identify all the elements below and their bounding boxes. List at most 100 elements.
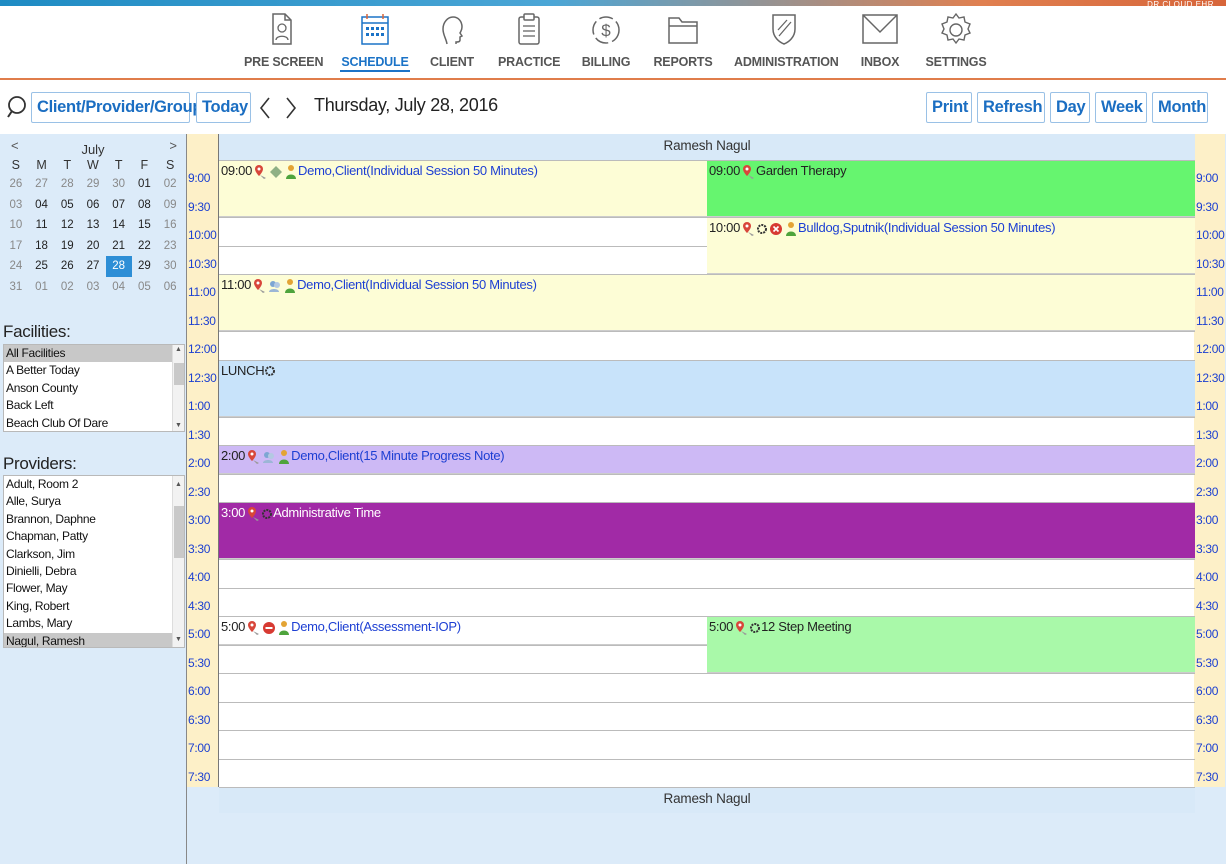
calendar-day[interactable]: 07 [106, 195, 132, 216]
calendar-day[interactable]: 17 [3, 236, 29, 257]
appointment-block[interactable]: 10:00 Bulldog,Sputnik(Individual Session … [707, 218, 1195, 274]
calendar-day[interactable]: 10 [3, 215, 29, 236]
appointment-block[interactable]: 09:00 Garden Therapy [707, 161, 1195, 217]
provider-item[interactable]: Flower, May [4, 580, 184, 597]
facility-item[interactable]: All Facilities [4, 345, 184, 363]
calendar-day[interactable]: 12 [54, 215, 80, 236]
scroll-down-icon[interactable]: ▼ [175, 422, 182, 429]
calendar-day[interactable]: 30 [157, 256, 183, 277]
calendar-day[interactable]: 15 [132, 215, 158, 236]
nav-label: PRACTICE [498, 55, 561, 69]
providers-scrollbar[interactable]: ▲ ▼ [172, 476, 184, 647]
scroll-up-icon[interactable]: ▲ [175, 346, 182, 353]
nav-practice[interactable]: PRACTICE [498, 10, 560, 78]
calendar-day-selected[interactable]: 28 [105, 256, 132, 277]
calendar-day[interactable]: 03 [80, 277, 106, 298]
appointment-block[interactable]: 5:00 Demo,Client(Assessment-IOP) [219, 617, 707, 645]
scroll-up-icon[interactable]: ▲ [175, 481, 182, 488]
calendar-day[interactable]: 19 [54, 236, 80, 257]
day-view-button[interactable]: Day [1050, 92, 1090, 123]
provider-item[interactable]: Lambs, Mary [4, 615, 184, 632]
provider-item[interactable]: King, Robert [4, 598, 184, 615]
calendar-day[interactable]: 29 [132, 256, 158, 277]
calendar-day[interactable]: 08 [132, 195, 158, 216]
calendar-day[interactable]: 01 [132, 174, 158, 195]
calendar-day[interactable]: 14 [106, 215, 132, 236]
client-provider-group-button[interactable]: Client/Provider/Group [31, 92, 202, 123]
calendar-day[interactable]: 27 [80, 256, 106, 277]
provider-item[interactable]: Nagul, Ramesh [4, 632, 184, 647]
time-slot-label: 2:00 [188, 456, 211, 470]
facility-item[interactable]: Beach Club Of Dare [4, 415, 184, 431]
week-view-button[interactable]: Week [1095, 92, 1147, 123]
provider-item[interactable]: Chapman, Patty [4, 528, 184, 545]
calendar-day[interactable]: 02 [157, 174, 183, 195]
appointment-title: Demo,Client(Individual Session 50 Minute… [297, 277, 537, 292]
calendar-day[interactable]: 25 [29, 256, 55, 277]
calendar-day[interactable]: 01 [29, 277, 55, 298]
facilities-list[interactable]: All Facilities A Better Today Anson County… [3, 344, 185, 432]
facility-item[interactable]: A Better Today [4, 362, 184, 379]
calendar-day[interactable]: 11 [29, 215, 55, 236]
nav-inbox[interactable]: INBOX [856, 10, 904, 78]
search-icon[interactable] [6, 94, 28, 120]
nav-prescreen[interactable]: PRE SCREEN [244, 10, 323, 78]
calendar-day[interactable]: 05 [132, 277, 158, 298]
calendar-day[interactable]: 09 [157, 195, 183, 216]
provider-item[interactable]: Clarkson, Jim [4, 546, 184, 563]
print-button[interactable]: Print [926, 92, 972, 123]
calendar-day[interactable]: 26 [54, 256, 80, 277]
calendar-day[interactable]: 06 [157, 277, 183, 298]
refresh-button[interactable]: Refresh [977, 92, 1045, 123]
nav-reports[interactable]: REPORTS [652, 10, 714, 78]
weekday-header: S [165, 158, 175, 172]
facilities-scrollbar[interactable]: ▲ ▼ [172, 345, 184, 431]
provider-item[interactable]: Alle, Surya [4, 493, 184, 510]
calendar-day[interactable]: 04 [29, 195, 55, 216]
calendar-day[interactable]: 06 [80, 195, 106, 216]
calendar-day[interactable]: 22 [132, 236, 158, 257]
facility-item[interactable]: Back Left [4, 397, 184, 414]
calendar-day[interactable]: 04 [106, 277, 132, 298]
nav-schedule[interactable]: SCHEDULE [340, 10, 410, 78]
time-slot-label: 9:00 [188, 171, 211, 185]
calendar-day[interactable]: 27 [29, 174, 55, 195]
provider-item[interactable]: Dinielli, Debra [4, 563, 184, 580]
month-view-button[interactable]: Month [1152, 92, 1208, 123]
calendar-day[interactable]: 26 [3, 174, 29, 195]
calendar-day[interactable]: 02 [54, 277, 80, 298]
appointment-block[interactable]: LUNCH [219, 360, 1195, 417]
time-slot-label: 9:30 [188, 199, 211, 214]
calendar-day[interactable]: 28 [54, 174, 80, 195]
providers-list[interactable]: Adult, Room 2 Alle, Surya Brannon, Daphne C… [3, 475, 185, 648]
chevron-right-icon[interactable] [284, 96, 298, 120]
today-button[interactable]: Today [196, 92, 251, 123]
scroll-down-icon[interactable]: ▼ [175, 636, 182, 643]
calendar-day[interactable]: 29 [80, 174, 106, 195]
appointment-block[interactable]: 3:00 Administrative Time [219, 503, 1195, 559]
nav-settings[interactable]: SETTINGS [924, 10, 988, 78]
nav-client[interactable]: CLIENT [428, 10, 476, 78]
calendar-day[interactable]: 05 [54, 195, 80, 216]
calendar-day[interactable]: 18 [29, 236, 55, 257]
calendar-day[interactable]: 31 [3, 277, 29, 298]
calendar-day[interactable]: 23 [157, 236, 183, 257]
calendar-day[interactable]: 20 [80, 236, 106, 257]
provider-item[interactable]: Adult, Room 2 [4, 476, 184, 493]
calendar-day[interactable]: 30 [106, 174, 132, 195]
appointment-block[interactable]: 11:00 Demo,Client(Individual Session 50 M… [219, 275, 1195, 331]
calendar-day[interactable]: 24 [3, 256, 29, 277]
calendar-day[interactable]: 21 [106, 236, 132, 257]
nav-administration[interactable]: ADMINISTRATION [734, 10, 839, 78]
chevron-left-icon[interactable] [258, 96, 272, 120]
calendar-day[interactable]: 03 [3, 195, 29, 216]
calendar-day[interactable]: 16 [157, 215, 183, 236]
mini-calendar-next[interactable]: > [169, 138, 177, 153]
provider-item[interactable]: Brannon, Daphne [4, 511, 184, 528]
nav-billing[interactable]: $ BILLING [580, 10, 632, 78]
appointment-block[interactable]: 5:00 12 Step Meeting [707, 617, 1195, 673]
calendar-day[interactable]: 13 [80, 215, 106, 236]
appointment-block[interactable]: 2:00 Demo,Client(15 Minute Progress Note) [219, 446, 1195, 474]
appointment-block[interactable]: 09:00 Demo,Client(Individual Session 50 M… [219, 161, 707, 217]
facility-item[interactable]: Anson County [4, 380, 184, 397]
